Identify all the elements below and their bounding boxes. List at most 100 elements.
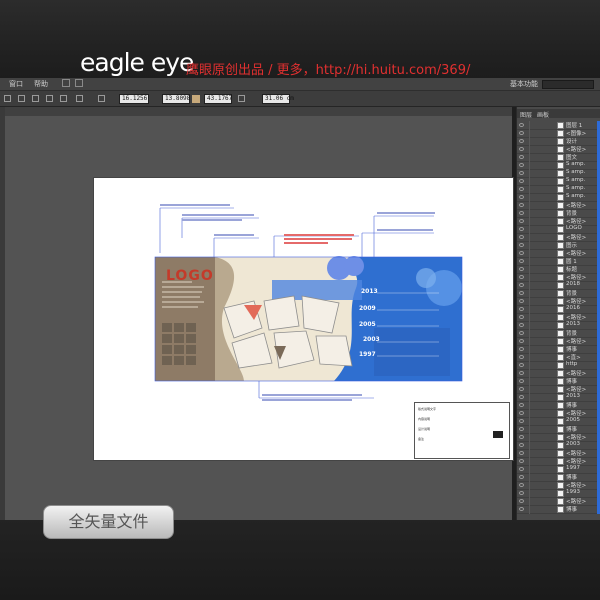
layer-name: <路径> bbox=[566, 411, 587, 417]
design-year-2: 2009 bbox=[359, 305, 376, 312]
layer-name: <路径> bbox=[566, 299, 587, 305]
visibility-eye-icon[interactable] bbox=[519, 355, 524, 359]
visibility-eye-icon[interactable] bbox=[519, 267, 524, 271]
layer-name: 1993 bbox=[566, 489, 580, 495]
layer-thumbnail bbox=[557, 450, 564, 457]
visibility-eye-icon[interactable] bbox=[519, 307, 524, 311]
x-field[interactable]: 16.1256 bbox=[119, 94, 149, 104]
constrain-icon[interactable] bbox=[192, 95, 200, 103]
artboard[interactable]: LOGO 2013 2009 2005 2003 1997 版式说明文字 内容说… bbox=[93, 177, 514, 461]
arrange-objects-icon[interactable] bbox=[60, 95, 67, 102]
visibility-eye-icon[interactable] bbox=[519, 251, 524, 255]
visibility-eye-icon[interactable] bbox=[519, 459, 524, 463]
visibility-eye-icon[interactable] bbox=[519, 403, 524, 407]
visibility-eye-icon[interactable] bbox=[519, 299, 524, 303]
visibility-eye-icon[interactable] bbox=[519, 379, 524, 383]
layer-name: S amp. bbox=[566, 161, 586, 167]
visibility-eye-icon[interactable] bbox=[519, 219, 524, 223]
distribute-icon[interactable] bbox=[18, 95, 25, 102]
ref-point-icon[interactable] bbox=[76, 95, 83, 102]
visibility-eye-icon[interactable] bbox=[519, 363, 524, 367]
layer-thumbnail bbox=[557, 474, 564, 481]
visibility-eye-icon[interactable] bbox=[519, 139, 524, 143]
layer-name: <路径> bbox=[566, 147, 587, 153]
visibility-eye-icon[interactable] bbox=[519, 315, 524, 319]
arrange-icon[interactable] bbox=[75, 79, 83, 87]
link-proportions-icon[interactable] bbox=[238, 95, 245, 102]
visibility-eye-icon[interactable] bbox=[519, 491, 524, 495]
visibility-eye-icon[interactable] bbox=[519, 123, 524, 127]
layer-name: 博事 bbox=[566, 475, 578, 481]
visibility-eye-icon[interactable] bbox=[519, 203, 524, 207]
visibility-eye-icon[interactable] bbox=[519, 395, 524, 399]
tab-layers[interactable]: 图层 bbox=[520, 110, 532, 119]
visibility-eye-icon[interactable] bbox=[519, 347, 524, 351]
visibility-eye-icon[interactable] bbox=[519, 163, 524, 167]
transform-icon[interactable] bbox=[32, 95, 39, 102]
reference-point-icon[interactable] bbox=[98, 95, 105, 102]
design-year-1: 2013 bbox=[361, 288, 378, 295]
visibility-eye-icon[interactable] bbox=[519, 155, 524, 159]
layer-thumbnail bbox=[557, 370, 564, 377]
visibility-eye-icon[interactable] bbox=[519, 211, 524, 215]
visibility-eye-icon[interactable] bbox=[519, 291, 524, 295]
visibility-eye-icon[interactable] bbox=[519, 371, 524, 375]
layer-name: 2003 bbox=[566, 441, 580, 447]
visibility-eye-icon[interactable] bbox=[519, 195, 524, 199]
visibility-eye-icon[interactable] bbox=[519, 243, 524, 247]
panel-tab-bar: 图层 画板 bbox=[517, 109, 600, 119]
visibility-eye-icon[interactable] bbox=[519, 387, 524, 391]
annotation-red-text bbox=[284, 234, 354, 244]
visibility-eye-icon[interactable] bbox=[519, 235, 524, 239]
layer-thumbnail bbox=[557, 242, 564, 249]
visibility-eye-icon[interactable] bbox=[519, 499, 524, 503]
bridge-icon[interactable] bbox=[62, 79, 70, 87]
layer-row[interactable]: 博事 bbox=[517, 505, 600, 514]
visibility-eye-icon[interactable] bbox=[519, 323, 524, 327]
visibility-eye-icon[interactable] bbox=[519, 411, 524, 415]
visibility-eye-icon[interactable] bbox=[519, 475, 524, 479]
search-input[interactable] bbox=[542, 80, 594, 89]
visibility-eye-icon[interactable] bbox=[519, 259, 524, 263]
visibility-eye-icon[interactable] bbox=[519, 443, 524, 447]
tab-artboards[interactable]: 画板 bbox=[537, 110, 549, 119]
visibility-eye-icon[interactable] bbox=[519, 331, 524, 335]
height-field[interactable]: 31.06 cm bbox=[262, 94, 294, 104]
visibility-eye-icon[interactable] bbox=[519, 131, 524, 135]
visibility-eye-icon[interactable] bbox=[519, 275, 524, 279]
visibility-eye-icon[interactable] bbox=[519, 227, 524, 231]
tools-panel[interactable] bbox=[0, 107, 5, 520]
workspace-switcher[interactable]: 基本功能 bbox=[510, 79, 538, 89]
layer-lock-column[interactable] bbox=[529, 505, 530, 514]
menu-item-window[interactable]: 窗口 bbox=[9, 79, 23, 89]
visibility-eye-icon[interactable] bbox=[519, 171, 524, 175]
layer-name: 2018 bbox=[566, 281, 580, 287]
visibility-eye-icon[interactable] bbox=[519, 427, 524, 431]
layer-thumbnail bbox=[557, 154, 564, 161]
layer-name: <路径> bbox=[566, 435, 587, 441]
visibility-eye-icon[interactable] bbox=[519, 419, 524, 423]
layer-thumbnail bbox=[557, 122, 564, 129]
visibility-eye-icon[interactable] bbox=[519, 435, 524, 439]
visibility-eye-icon[interactable] bbox=[519, 467, 524, 471]
visibility-eye-icon[interactable] bbox=[519, 507, 524, 511]
layer-thumbnail bbox=[557, 266, 564, 273]
visibility-eye-icon[interactable] bbox=[519, 451, 524, 455]
align-icon[interactable] bbox=[4, 95, 11, 102]
layer-name: 博事 bbox=[566, 403, 578, 409]
visibility-eye-icon[interactable] bbox=[519, 283, 524, 287]
layer-thumbnail bbox=[557, 506, 564, 513]
visibility-eye-icon[interactable] bbox=[519, 339, 524, 343]
visibility-eye-icon[interactable] bbox=[519, 483, 524, 487]
visibility-eye-icon[interactable] bbox=[519, 179, 524, 183]
visibility-eye-icon[interactable] bbox=[519, 147, 524, 151]
visibility-eye-icon[interactable] bbox=[519, 187, 524, 191]
y-field[interactable]: 13.8098 bbox=[162, 94, 190, 104]
menu-item-help[interactable]: 帮助 bbox=[34, 79, 48, 89]
width-field[interactable]: 43.1767 bbox=[204, 94, 232, 104]
layer-name: <路径> bbox=[566, 315, 587, 321]
eagle-eye-logo: eagle eye bbox=[80, 48, 194, 77]
isolate-icon[interactable] bbox=[46, 95, 53, 102]
layer-name: <路径> bbox=[566, 387, 587, 393]
document-tab-bar[interactable] bbox=[5, 107, 512, 116]
